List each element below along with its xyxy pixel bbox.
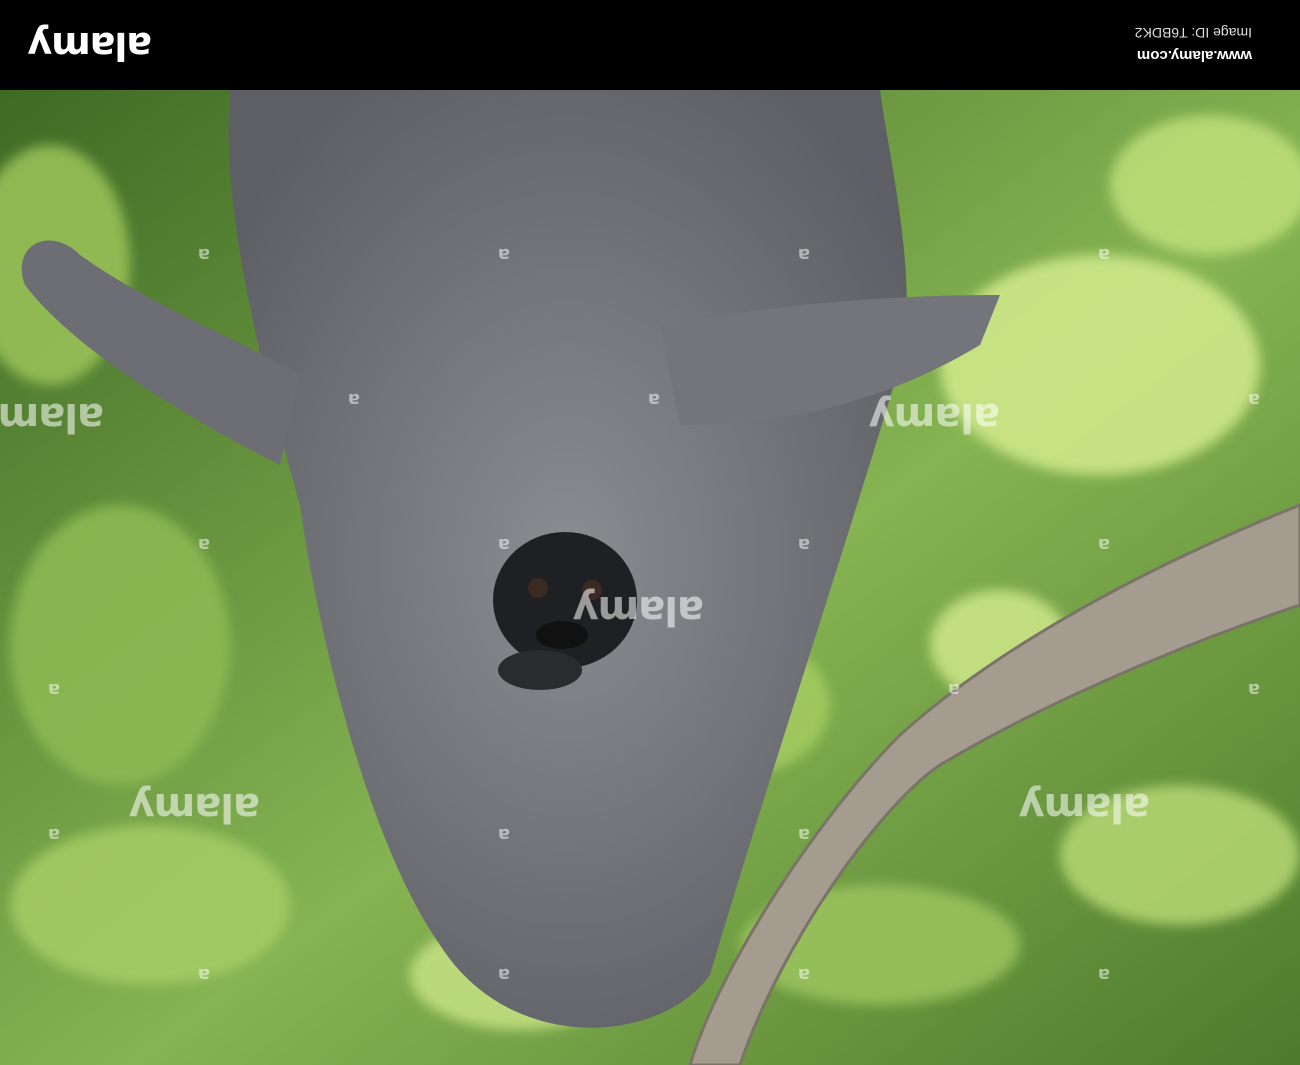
site-url[interactable]: www.alamy.com	[1135, 44, 1252, 66]
flipped-stock-photo: alamy alamy alamy alamy alamy a a a a a …	[0, 0, 1300, 1065]
watermark-logo: alamy	[869, 394, 1000, 440]
watermark-logo: alamy	[1019, 784, 1150, 830]
watermark-mark: a	[1247, 679, 1260, 700]
watermark-mark: a	[497, 534, 510, 555]
watermark-mark: a	[1097, 964, 1110, 985]
watermark-mark: a	[197, 244, 210, 265]
watermark-mark: a	[197, 534, 210, 555]
image-meta: www.alamy.com Image ID: T6BDK2	[1135, 22, 1252, 66]
watermark-mark: a	[797, 964, 810, 985]
watermark-mark: a	[797, 244, 810, 265]
watermark-mark: a	[497, 964, 510, 985]
watermark-mark: a	[47, 679, 60, 700]
watermark-mark: a	[947, 679, 960, 700]
gibbon-photo	[0, 90, 1300, 1065]
watermark-mark: a	[197, 964, 210, 985]
photo-area: alamy alamy alamy alamy alamy a a a a a …	[0, 90, 1300, 1065]
watermark-mark: a	[1097, 534, 1110, 555]
watermark-mark: a	[1097, 244, 1110, 265]
screenshot: alamy alamy alamy alamy alamy a a a a a …	[0, 0, 1300, 1065]
watermark-mark: a	[797, 534, 810, 555]
watermark-logo: alamy	[129, 784, 260, 830]
watermark-mark: a	[347, 389, 360, 410]
watermark-mark: a	[797, 824, 810, 845]
image-id: Image ID: T6BDK2	[1134, 25, 1252, 41]
watermark-logo: alamy	[0, 394, 104, 440]
watermark-logo: alamy	[573, 587, 704, 633]
watermark-mark: a	[497, 244, 510, 265]
watermark-mark: a	[497, 824, 510, 845]
gibbon-eye-right	[528, 578, 548, 598]
watermark-mark: a	[1247, 389, 1260, 410]
alamy-header-bar: alamy www.alamy.com Image ID: T6BDK2	[0, 0, 1300, 90]
watermark-mark: a	[47, 824, 60, 845]
watermark-mark: a	[647, 389, 660, 410]
alamy-logo[interactable]: alamy	[28, 19, 152, 73]
